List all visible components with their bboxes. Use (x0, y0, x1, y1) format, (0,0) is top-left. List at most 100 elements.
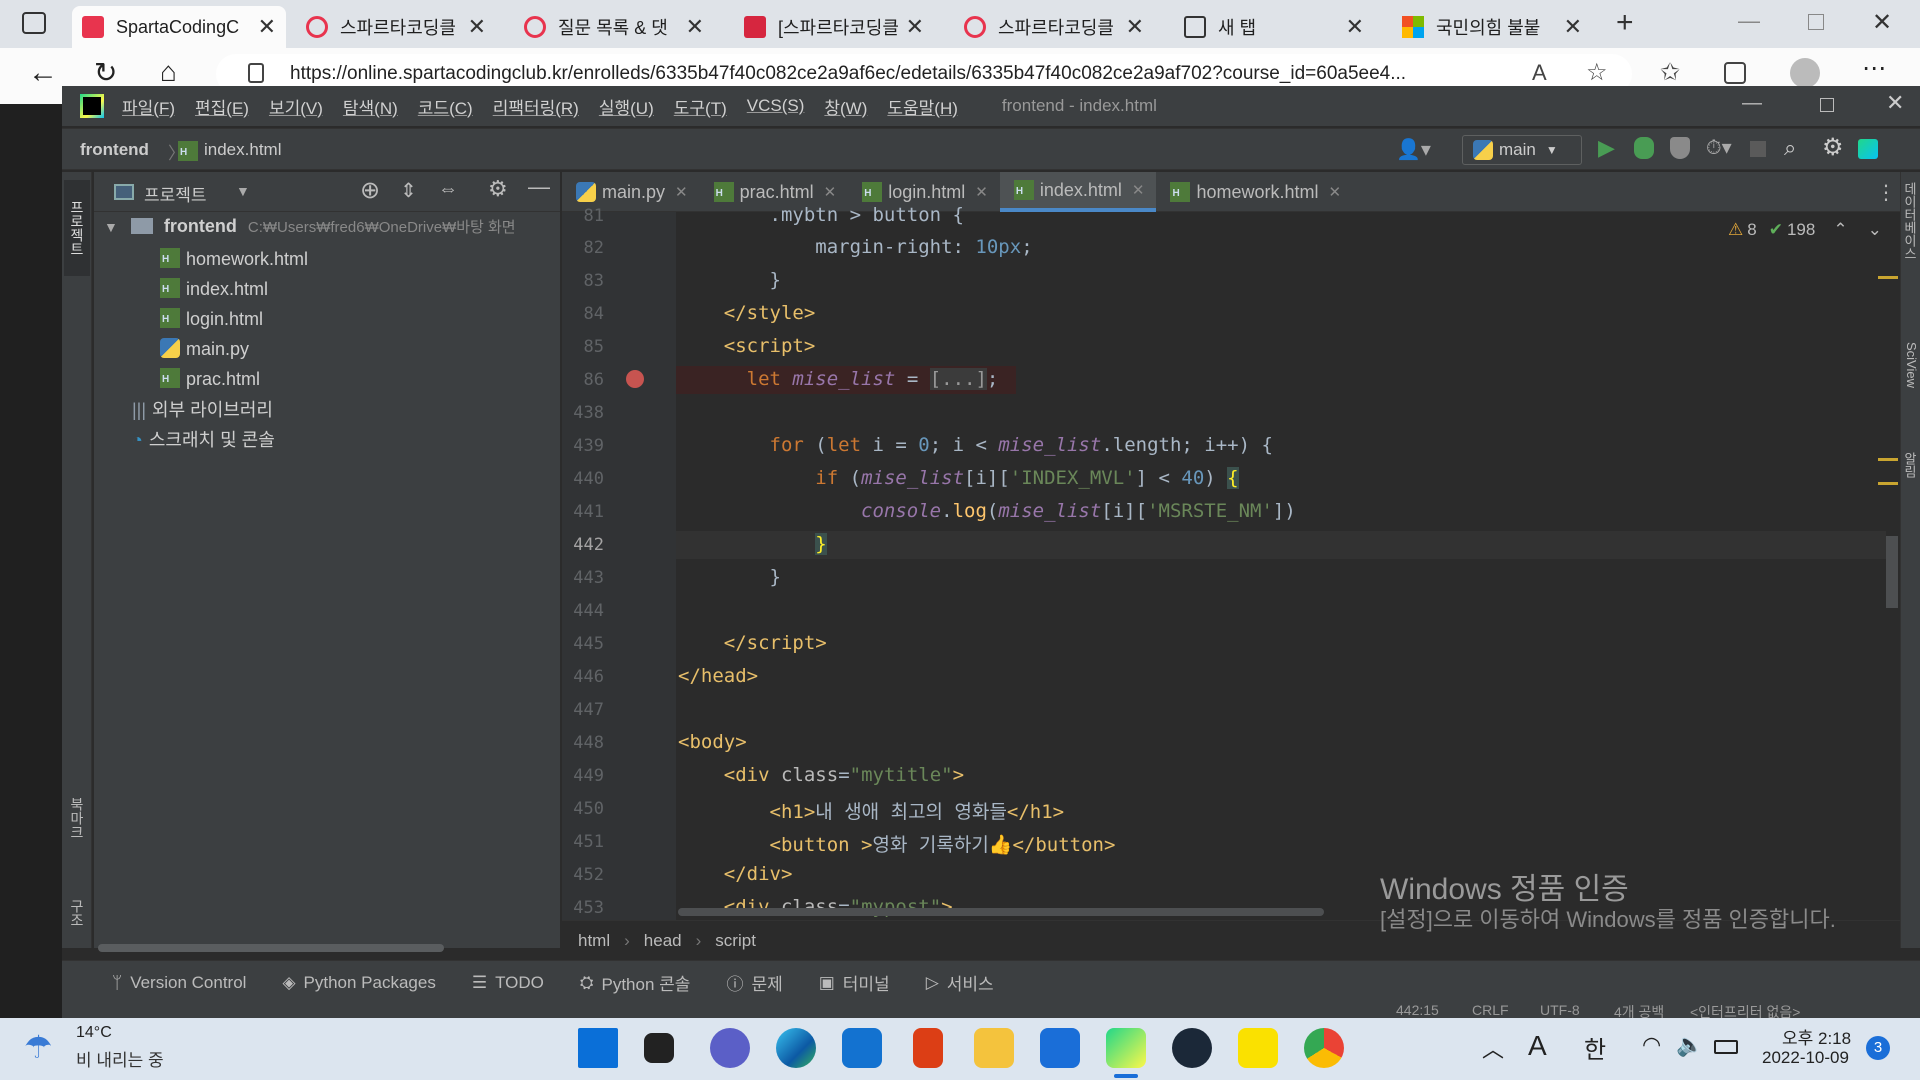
collapse-all-icon[interactable]: ⇔ (438, 178, 458, 201)
structure-tool-button[interactable]: 구조 (64, 878, 90, 948)
menu-view[interactable]: 보기(V) (269, 94, 323, 119)
close-tab-icon[interactable]: ✕ (258, 14, 276, 40)
inspection-widget[interactable]: ⚠ 8 ✔ 198 ⌃ ⌄ (1728, 220, 1882, 240)
breadcrumb-item[interactable]: html (578, 931, 610, 951)
weather-temp[interactable]: 14°C (76, 1024, 112, 1042)
notifications-tool-button[interactable]: 알림 (1901, 452, 1919, 512)
profile-run-icon[interactable]: ⏱▾ (1706, 135, 1732, 160)
minimize-icon[interactable]: — (1738, 8, 1760, 34)
close-tab-icon[interactable]: ✕ (468, 14, 486, 40)
ide-restore-icon[interactable] (1820, 98, 1834, 112)
tree-file-main[interactable]: main.py (160, 338, 249, 360)
close-tab-icon[interactable]: ✕ (686, 14, 704, 40)
browser-tab[interactable]: 스파르타코딩클 ✕ (296, 6, 496, 48)
menu-help[interactable]: 도움말(H) (887, 94, 958, 119)
settings-gear-icon[interactable]: ⚙ (1822, 133, 1844, 162)
menu-code[interactable]: 코드(C) (418, 94, 473, 119)
close-tab-icon[interactable]: ✕ (1329, 183, 1342, 201)
home-icon[interactable]: ⌂ (160, 56, 177, 88)
ime-language[interactable]: 한 (1584, 1030, 1606, 1065)
project-panel-title[interactable]: 프로젝트 (144, 181, 207, 206)
weather-desc[interactable]: 비 내리는 중 (76, 1046, 164, 1071)
ide-minimize-icon[interactable]: — (1742, 92, 1762, 115)
close-tab-icon[interactable]: ✕ (1126, 14, 1144, 40)
pycharm-taskbar-icon[interactable] (1106, 1028, 1146, 1068)
locate-icon[interactable]: ⊕ (360, 176, 380, 205)
database-tool-button[interactable]: 데이터베이스 (1901, 182, 1919, 292)
user-icon[interactable]: 👤▾ (1396, 137, 1431, 162)
debug-icon[interactable] (1634, 137, 1654, 159)
menu-file[interactable]: 파일(F) (122, 94, 175, 119)
volume-icon[interactable]: 🔈 (1676, 1032, 1703, 1058)
browser-tab[interactable]: 스파르타코딩클 ✕ (954, 6, 1154, 48)
more-icon[interactable]: ⋯ (1862, 54, 1886, 83)
office-icon[interactable] (913, 1028, 943, 1068)
kakaotalk-icon[interactable] (1238, 1028, 1278, 1068)
problems-tool[interactable]: ⓘ 문제 (726, 970, 782, 995)
interpreter-selector[interactable]: <인터프리터 없음> (1690, 1004, 1800, 1018)
menu-vcs[interactable]: VCS(S) (747, 96, 805, 116)
close-tab-icon[interactable]: ✕ (975, 183, 988, 201)
bookmarks-tool-button[interactable]: 북마크 (64, 778, 90, 858)
stop-icon[interactable] (1750, 141, 1766, 157)
jetbrains-icon[interactable] (1858, 139, 1878, 159)
edge-icon[interactable] (776, 1028, 816, 1068)
ime-mode[interactable]: A (1528, 1030, 1547, 1062)
services-tool[interactable]: ▷ 서비스 (926, 970, 994, 995)
steam-icon[interactable] (1172, 1028, 1212, 1068)
menu-edit[interactable]: 편집(E) (195, 94, 249, 119)
tree-file-index[interactable]: index.html (160, 278, 268, 300)
chat-icon[interactable] (710, 1028, 750, 1068)
close-tab-icon[interactable]: ✕ (1132, 181, 1145, 199)
prev-problem-icon[interactable]: ⌃ (1833, 220, 1847, 240)
mail-icon[interactable] (842, 1028, 882, 1068)
file-encoding[interactable]: UTF-8 (1540, 1004, 1580, 1018)
project-tool-button[interactable]: 프로젝트 (64, 180, 90, 276)
favorite-add-icon[interactable]: ☆ (1586, 58, 1608, 87)
editor-tab-homework[interactable]: homework.html ✕ (1156, 172, 1353, 212)
expand-all-icon[interactable]: ⇕ (400, 178, 417, 203)
close-window-icon[interactable]: ✕ (1872, 8, 1892, 37)
line-separator[interactable]: CRLF (1472, 1004, 1509, 1018)
browser-tab[interactable]: 새 탭 ✕ (1174, 6, 1374, 48)
close-tab-icon[interactable]: ✕ (906, 14, 924, 40)
favorites-icon[interactable]: ✩ (1660, 58, 1680, 87)
browser-tab[interactable]: [스파르타코딩클 ✕ (734, 6, 934, 48)
clock-time[interactable]: 오후 2:18 (1782, 1024, 1851, 1049)
task-view-icon[interactable] (644, 1033, 674, 1063)
run-config-selector[interactable]: main ▼ (1462, 135, 1582, 165)
python-packages-tool[interactable]: ◈ Python Packages (282, 973, 435, 993)
menu-tools[interactable]: 도구(T) (674, 94, 727, 119)
menu-navigate[interactable]: 탐색(N) (343, 94, 398, 119)
tree-external-libraries[interactable]: ||| 외부 라이브러리 (132, 396, 273, 422)
breadcrumb-item[interactable]: head (644, 931, 682, 951)
tab-actions-icon[interactable] (22, 12, 46, 34)
close-tab-icon[interactable]: ✕ (824, 183, 837, 201)
close-tab-icon[interactable]: ✕ (1346, 14, 1364, 40)
chevron-down-icon[interactable]: ▼ (236, 183, 250, 199)
editor-tab-index[interactable]: index.html ✕ (999, 172, 1157, 212)
editor-hscrollbar[interactable] (678, 908, 1324, 916)
search-icon[interactable]: ⌕ (1784, 135, 1796, 161)
browser-tab[interactable]: 국민의힘 불붙 ✕ (1392, 6, 1592, 48)
nav-project[interactable]: frontend (80, 140, 149, 160)
close-tab-icon[interactable]: ✕ (675, 183, 688, 201)
panel-settings-icon[interactable]: ⚙ (488, 176, 508, 202)
file-explorer-icon[interactable] (974, 1028, 1014, 1068)
tree-file-prac[interactable]: prac.html (160, 368, 260, 390)
wifi-icon[interactable]: ◠ (1642, 1032, 1661, 1058)
editor-vscrollbar[interactable] (1886, 536, 1898, 608)
refresh-icon[interactable]: ↻ (94, 56, 117, 89)
browser-tab[interactable]: SpartaCodingC ✕ (72, 6, 286, 48)
close-tab-icon[interactable]: ✕ (1564, 14, 1582, 40)
hide-panel-icon[interactable]: — (528, 174, 550, 200)
next-problem-icon[interactable]: ⌄ (1868, 220, 1882, 240)
project-panel-hscrollbar[interactable] (98, 944, 444, 952)
browser-tab[interactable]: 질문 목록 & 댓 ✕ (514, 6, 714, 48)
profile-avatar[interactable] (1790, 58, 1820, 88)
tree-root[interactable]: ▼ frontend C:₩Users₩fred6₩OneDrive₩바탕 화면 (104, 216, 516, 237)
read-aloud-icon[interactable]: A (1532, 60, 1547, 86)
menu-run[interactable]: 실행(U) (599, 94, 654, 119)
run-icon[interactable]: ▶ (1598, 135, 1615, 161)
tree-scratches[interactable]: ◔ 스크래치 및 콘솔 (132, 426, 275, 452)
